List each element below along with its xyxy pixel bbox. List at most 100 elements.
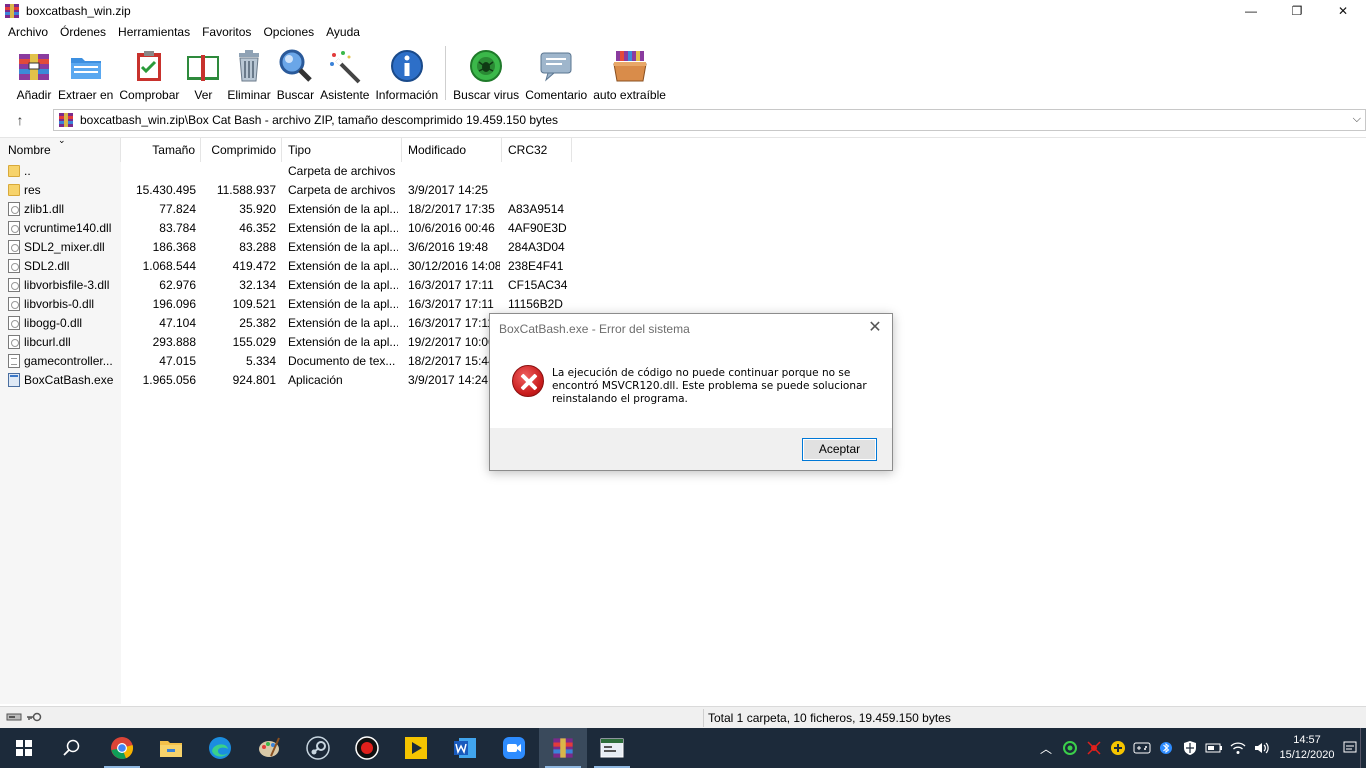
key-icon[interactable] [26,711,42,723]
security-shield-icon[interactable] [1178,728,1202,768]
maximize-button[interactable]: ❐ [1274,0,1320,22]
up-folder-button[interactable]: ↑ [0,108,40,132]
find-button[interactable]: Buscar [274,42,317,102]
menu-bar: Archivo Órdenes Herramientas Favoritos O… [0,22,366,42]
tray-chevron-up-icon[interactable]: ︿ [1034,728,1058,768]
file-name: vcruntime140.dll [24,221,112,235]
volume-icon[interactable] [1250,728,1274,768]
address-path: boxcatbash_win.zip\Box Cat Bash - archiv… [80,113,559,127]
folder-icon [8,165,20,177]
taskbar-zoom[interactable] [490,728,538,768]
extract-to-button[interactable]: Extraer en [55,42,116,102]
file-type: Extensión de la apl... [288,240,398,254]
clock[interactable]: 14:57 15/12/2020 [1274,733,1340,763]
minimize-button[interactable]: — [1228,0,1274,22]
address-bar[interactable]: boxcatbash_win.zip\Box Cat Bash - archiv… [53,109,1366,131]
error-icon [512,365,544,397]
menu-ordenes[interactable]: Órdenes [54,22,112,42]
taskbar-recorder[interactable] [343,728,391,768]
column-header-type[interactable]: Tipo [282,138,402,162]
file-size: 15.430.495 [135,183,196,197]
taskbar-paint[interactable] [245,728,293,768]
info-button[interactable]: Información [372,42,441,102]
column-header-packed[interactable]: Comprimido [201,138,282,162]
info-icon [389,48,425,84]
virus-scan-button[interactable]: Buscar virus [450,42,522,102]
file-name: .. [24,164,31,178]
file-explorer-icon [160,741,182,757]
file-type: Carpeta de archivos [288,183,396,197]
tray-controller-icon[interactable] [1130,728,1154,768]
comment-button[interactable]: Comentario [522,42,590,102]
window-title: boxcatbash_win.zip [26,4,131,18]
file-crc [508,181,572,200]
taskbar-word[interactable] [441,728,489,768]
file-modified: 18/2/2017 17:35 [408,202,495,216]
chevron-down-icon[interactable]: ⌵ [1353,113,1361,126]
accept-button[interactable]: Aceptar [802,438,877,461]
taskbar-winrar[interactable] [539,728,587,768]
file-packed: 25.382 [239,316,276,330]
tray-red-bug-icon[interactable] [1082,728,1106,768]
menu-opciones[interactable]: Opciones [257,22,320,42]
column-header-crc[interactable]: CRC32 [502,138,572,162]
file-modified: 3/6/2016 19:48 [408,240,489,254]
add-button[interactable]: Añadir [13,42,55,102]
table-row[interactable]: res 15.430.495 11.588.937 Carpeta de archiv… [0,181,1366,200]
drive-icon[interactable] [6,711,22,723]
table-row[interactable]: libvorbisfile-3.dll 62.976 32.134 Extensión… [0,276,1366,295]
table-row[interactable]: libvorbis-0.dll 196.096 109.521 Extensión d… [0,295,1366,314]
file-type: Extensión de la apl... [288,316,398,330]
tray-green-circle-icon[interactable] [1058,728,1082,768]
bluetooth-icon[interactable] [1154,728,1178,768]
close-button[interactable]: ✕ [1320,0,1366,22]
file-name: zlib1.dll [24,202,65,216]
taskbar-chrome[interactable] [98,728,146,768]
file-modified [408,162,500,181]
menu-favoritos[interactable]: Favoritos [196,22,257,42]
table-row[interactable]: SDL2_mixer.dll 186.368 83.288 Extensión de … [0,238,1366,257]
file-name: libvorbisfile-3.dll [24,278,110,292]
file-crc: 11156B2D [508,297,563,311]
taskbar-explorer[interactable] [147,728,195,768]
steam-icon [306,736,330,760]
sfx-button[interactable]: auto extraíble [590,42,669,102]
delete-button[interactable]: Eliminar [224,42,273,102]
taskbar-steam[interactable] [294,728,342,768]
file-packed: 155.029 [232,335,276,349]
virus-bug-icon [468,48,504,84]
taskbar-search-button[interactable] [48,728,96,768]
file-type: Aplicación [288,373,343,387]
dialog-close-button[interactable]: ✕ [864,318,886,338]
menu-archivo[interactable]: Archivo [2,22,54,42]
table-row[interactable]: vcruntime140.dll 83.784 46.352 Extensión de… [0,219,1366,238]
table-row[interactable]: .. Carpeta de archivos [0,162,1366,181]
taskbar-player[interactable] [392,728,440,768]
taskbar-app[interactable] [588,728,636,768]
file-crc: 238E4F41 [508,259,564,273]
file-packed: 35.920 [239,202,276,216]
column-header-modified[interactable]: Modificado [402,138,502,162]
file-size: 196.096 [152,297,196,311]
show-desktop-button[interactable] [1360,728,1366,768]
menu-herramientas[interactable]: Herramientas [112,22,196,42]
start-button[interactable] [0,728,48,768]
dll-file-icon [8,240,20,254]
dll-file-icon [8,278,20,292]
test-button[interactable]: Comprobar [116,42,182,102]
battery-icon[interactable] [1202,728,1226,768]
notification-icon[interactable] [1340,728,1360,768]
search-icon [63,739,80,756]
tray-plus-icon[interactable] [1106,728,1130,768]
table-row[interactable]: zlib1.dll 77.824 35.920 Extensión de la apl… [0,200,1366,219]
view-button[interactable]: Ver [182,42,224,102]
wizard-button[interactable]: Asistente [317,42,372,102]
table-row[interactable]: SDL2.dll 1.068.544 419.472 Extensión de la … [0,257,1366,276]
file-modified: 3/9/2017 14:25 [408,183,489,197]
taskbar-edge[interactable] [196,728,244,768]
toolbar: Añadir Extraer en Comprobar Ver Eliminar [0,42,1366,104]
menu-ayuda[interactable]: Ayuda [320,22,366,42]
column-header-name[interactable]: Nombre ⌄ [0,135,121,162]
wifi-icon[interactable] [1226,728,1250,768]
column-header-size[interactable]: Tamaño [121,138,201,162]
